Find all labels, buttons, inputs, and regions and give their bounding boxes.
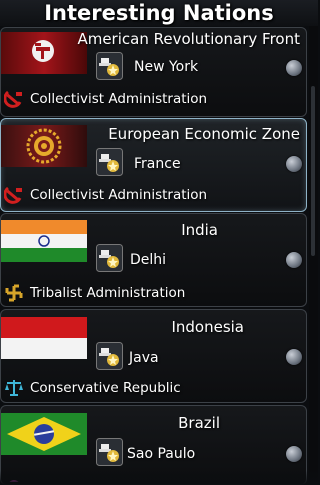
nation-card-india[interactable]: India Delhi Tribalist Administration [0,213,307,307]
government-type: Conservative Republic [30,380,181,396]
eez-gear-emblem-flag-icon [1,125,87,167]
india-flag-icon [1,220,87,262]
capital-name: Java [129,350,159,366]
globe-icon[interactable] [286,252,302,268]
capital-name: Delhi [130,252,167,268]
scrollbar[interactable] [309,26,318,485]
capital-name: France [134,156,181,172]
globe-icon[interactable] [286,446,302,462]
leader-unit-icon[interactable] [96,342,123,370]
nation-card-indonesia[interactable]: Indonesia Java Conservative Republic [0,309,307,403]
leader-unit-icon[interactable] [96,244,123,272]
government-type: Collectivist Administration [30,187,208,203]
nation-card-american-revolutionary-front[interactable]: American Revolutionary Front New York Co… [0,27,307,117]
capital-name: New York [134,59,199,75]
government-type: Tribalist Administration [30,285,186,301]
globe-icon[interactable] [286,156,302,172]
capital-name: Sao Paulo [127,446,196,462]
scales-icon [4,379,24,397]
nation-name: Brazil [178,414,220,432]
nation-card-european-economic-zone[interactable]: European Economic Zone France Collectivi… [0,118,307,212]
nation-name: European Economic Zone [108,125,300,143]
bottom-fade [0,470,318,485]
nation-name: American Revolutionary Front [77,30,300,48]
globe-icon[interactable] [286,349,302,365]
scroll-thumb[interactable] [311,86,315,256]
hammer-sickle-red-flag-icon [1,32,87,74]
globe-icon[interactable] [286,60,302,76]
government-type: Collectivist Administration [30,91,208,107]
leader-unit-icon[interactable] [96,52,123,80]
panel-title: Interesting Nations [0,0,318,26]
brazil-flag-icon [1,413,87,455]
hammer-sickle-icon [3,90,24,108]
leader-unit-icon[interactable] [96,438,123,466]
leader-unit-icon[interactable] [96,148,123,176]
nation-name: Indonesia [171,318,244,336]
swastika-icon [4,284,24,302]
hammer-sickle-icon [3,186,24,204]
indonesia-flag-icon [1,317,87,359]
nation-name: India [181,221,218,239]
